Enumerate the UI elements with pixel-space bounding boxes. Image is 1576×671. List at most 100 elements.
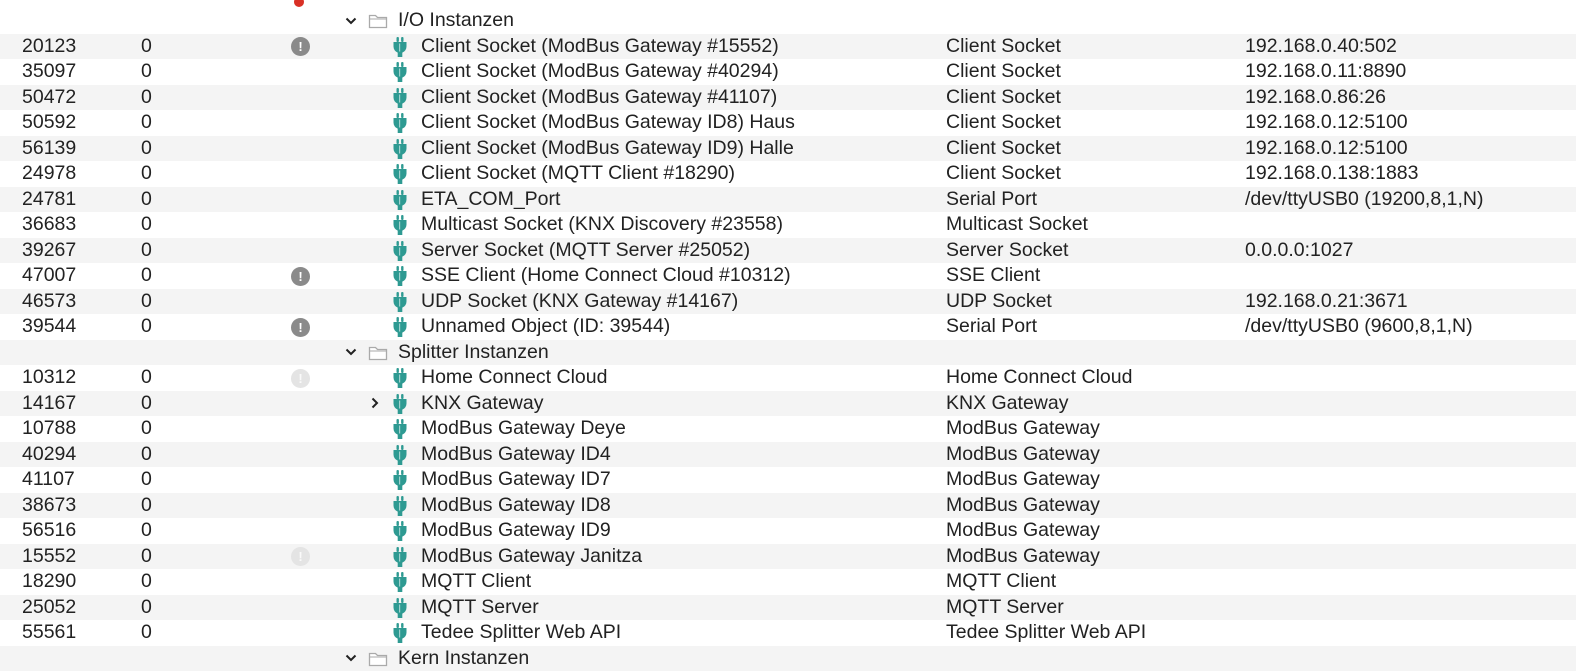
instance-type: SSE Client <box>946 263 1040 289</box>
instance-name: Client Socket (MQTT Client #18290) <box>421 161 735 187</box>
chevron-down-icon[interactable] <box>343 646 359 671</box>
instance-row[interactable]: 565160ModBus Gateway ID9ModBus Gateway <box>0 518 1576 544</box>
instance-type: ModBus Gateway <box>946 416 1100 442</box>
instance-type: Tedee Splitter Web API <box>946 620 1146 646</box>
instance-name: Client Socket (ModBus Gateway #41107) <box>421 85 777 111</box>
plug-icon <box>389 163 411 185</box>
plug-icon <box>389 61 411 83</box>
status-warning-icon: ! <box>291 38 313 56</box>
instance-row[interactable]: 470070!SSE Client (Home Connect Cloud #1… <box>0 263 1576 289</box>
instance-count: 0 <box>141 263 152 289</box>
instance-count: 0 <box>141 136 152 162</box>
status-warning-icon: ! <box>291 267 313 285</box>
instance-id: 15552 <box>22 544 76 570</box>
instance-row[interactable]: 555610Tedee Splitter Web APITedee Splitt… <box>0 620 1576 646</box>
instance-name: Home Connect Cloud <box>421 365 607 391</box>
instance-id: 46573 <box>22 289 76 315</box>
instance-count: 0 <box>141 442 152 468</box>
instance-count: 0 <box>141 238 152 264</box>
instance-address: 192.168.0.12:5100 <box>1245 110 1408 136</box>
instance-name: MQTT Client <box>421 569 531 595</box>
instance-row[interactable]: 103120!Home Connect CloudHome Connect Cl… <box>0 365 1576 391</box>
instance-row[interactable]: 250520MQTT ServerMQTT Server <box>0 595 1576 621</box>
plug-icon <box>389 36 411 58</box>
instance-name: ModBus Gateway Deye <box>421 416 626 442</box>
instance-count: 0 <box>141 544 152 570</box>
instance-type: Client Socket <box>946 110 1061 136</box>
instance-id: 39544 <box>22 314 76 340</box>
instance-row[interactable]: 411070ModBus Gateway ID7ModBus Gateway <box>0 467 1576 493</box>
instance-type: ModBus Gateway <box>946 518 1100 544</box>
plug-icon <box>389 520 411 542</box>
chevron-down-icon[interactable] <box>343 340 359 366</box>
plug-icon <box>389 597 411 619</box>
instance-row[interactable]: 182900MQTT ClientMQTT Client <box>0 569 1576 595</box>
instance-name: KNX Gateway <box>421 391 543 417</box>
exclamation-icon: ! <box>291 318 310 337</box>
instance-address: /dev/ttyUSB0 (9600,8,1,N) <box>1245 314 1473 340</box>
folder-icon <box>368 13 388 29</box>
instance-count: 0 <box>141 518 152 544</box>
instance-name: ModBus Gateway ID9 <box>421 518 611 544</box>
instance-type: ModBus Gateway <box>946 442 1100 468</box>
instance-row[interactable]: 141670KNX GatewayKNX Gateway <box>0 391 1576 417</box>
instance-row[interactable]: 504720Client Socket (ModBus Gateway #411… <box>0 85 1576 111</box>
instance-row[interactable]: 392670Server Socket (MQTT Server #25052)… <box>0 238 1576 264</box>
group-header-row[interactable]: I/O Instanzen <box>0 8 1576 34</box>
instance-type: Multicast Socket <box>946 212 1088 238</box>
folder-icon <box>368 345 388 361</box>
instance-type: Serial Port <box>946 187 1037 213</box>
instance-count: 0 <box>141 569 152 595</box>
instance-row[interactable]: 155520!ModBus Gateway JanitzaModBus Gate… <box>0 544 1576 570</box>
instance-name: UDP Socket (KNX Gateway #14167) <box>421 289 738 315</box>
instance-id: 47007 <box>22 263 76 289</box>
instance-row[interactable]: 505920Client Socket (ModBus Gateway ID8)… <box>0 110 1576 136</box>
instance-row[interactable]: 249780Client Socket (MQTT Client #18290)… <box>0 161 1576 187</box>
instance-id: 24781 <box>22 187 76 213</box>
instance-name: Client Socket (ModBus Gateway ID8) Haus <box>421 110 795 136</box>
instance-id: 55561 <box>22 620 76 646</box>
instance-name: MQTT Server <box>421 595 539 621</box>
instance-row[interactable]: 350970Client Socket (ModBus Gateway #402… <box>0 59 1576 85</box>
instance-type: Client Socket <box>946 161 1061 187</box>
instance-type: Client Socket <box>946 59 1061 85</box>
instance-type: KNX Gateway <box>946 391 1068 417</box>
plug-icon <box>389 571 411 593</box>
instance-address: 192.168.0.138:1883 <box>1245 161 1419 187</box>
instance-row[interactable]: 201230!Client Socket (ModBus Gateway #15… <box>0 34 1576 60</box>
chevron-down-icon[interactable] <box>343 8 359 34</box>
instance-id: 35097 <box>22 59 76 85</box>
instance-type: UDP Socket <box>946 289 1052 315</box>
instance-id: 10312 <box>22 365 76 391</box>
instance-count: 0 <box>141 59 152 85</box>
folder-icon <box>368 651 388 667</box>
instance-row[interactable]: 395440!Unnamed Object (ID: 39544)Serial … <box>0 314 1576 340</box>
instance-name: ETA_COM_Port <box>421 187 560 213</box>
instance-type: ModBus Gateway <box>946 467 1100 493</box>
instance-count: 0 <box>141 314 152 340</box>
chevron-right-icon[interactable] <box>367 391 383 417</box>
instance-row[interactable]: 386730ModBus Gateway ID8ModBus Gateway <box>0 493 1576 519</box>
instance-row[interactable]: 107880ModBus Gateway DeyeModBus Gateway <box>0 416 1576 442</box>
group-header-row[interactable]: Kern Instanzen <box>0 646 1576 671</box>
instance-address: 192.168.0.11:8890 <box>1245 59 1406 85</box>
instance-name: ModBus Gateway ID8 <box>421 493 611 519</box>
instance-name: ModBus Gateway ID4 <box>421 442 611 468</box>
instance-count: 0 <box>141 391 152 417</box>
instance-count: 0 <box>141 416 152 442</box>
instance-row[interactable]: 40294 0 ModBus Gateway ID4 ModBus Gateway <box>0 442 1576 468</box>
instance-row[interactable]: 465730UDP Socket (KNX Gateway #14167)UDP… <box>0 289 1576 315</box>
status-warning-icon: ! <box>291 318 313 336</box>
plug-icon <box>389 138 411 160</box>
instance-row[interactable]: 366830Multicast Socket (KNX Discovery #2… <box>0 212 1576 238</box>
plug-icon <box>389 418 411 440</box>
exclamation-icon: ! <box>291 547 310 566</box>
instance-type: MQTT Client <box>946 569 1056 595</box>
instance-row[interactable]: 247810ETA_COM_PortSerial Port/dev/ttyUSB… <box>0 187 1576 213</box>
group-header-row[interactable]: Splitter Instanzen <box>0 340 1576 366</box>
exclamation-icon: ! <box>291 369 310 388</box>
instance-address: /dev/ttyUSB0 (19200,8,1,N) <box>1245 187 1483 213</box>
instance-row[interactable]: 561390Client Socket (ModBus Gateway ID9)… <box>0 136 1576 162</box>
instance-id: 40294 <box>22 442 76 468</box>
group-label: Kern Instanzen <box>398 646 529 671</box>
